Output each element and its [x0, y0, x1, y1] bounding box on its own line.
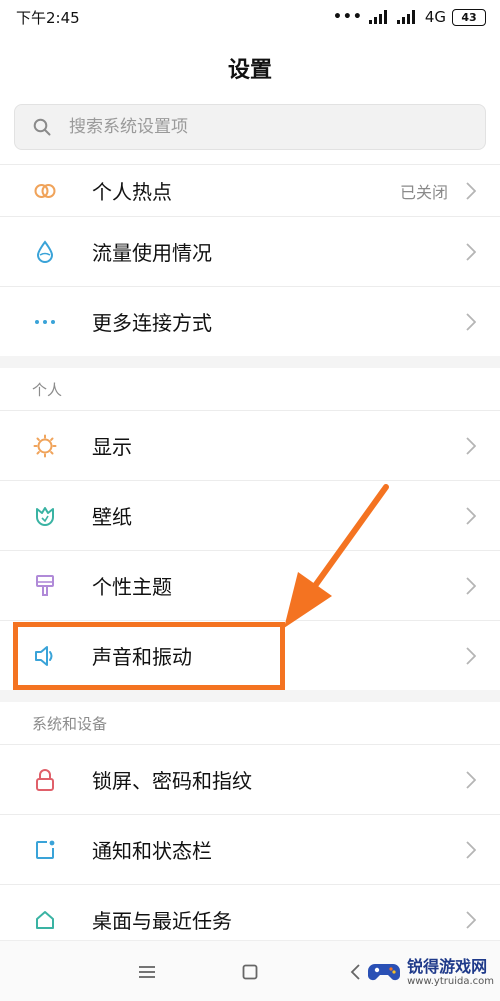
lock-icon [32, 767, 58, 793]
chevron-right-icon [464, 909, 478, 931]
status-bar: 下午2:45 ••• 4G 43 [0, 0, 500, 34]
section-divider [0, 356, 500, 368]
settings-item-themes[interactable]: 个性主题 [0, 550, 500, 620]
settings-item-label: 个人热点 [92, 180, 172, 204]
chevron-right-icon [464, 505, 478, 527]
home-icon [32, 907, 58, 933]
settings-item-label: 锁屏、密码和指纹 [92, 769, 252, 793]
settings-item-label: 更多连接方式 [92, 311, 212, 335]
chevron-right-icon [464, 575, 478, 597]
settings-item-display[interactable]: 显示 [0, 410, 500, 480]
settings-item-label: 显示 [92, 435, 132, 459]
section-header-personal: 个人 [32, 380, 63, 399]
signal-icon [368, 10, 387, 24]
status-indicators: ••• 4G 43 [333, 8, 486, 26]
brush-icon [32, 573, 58, 599]
watermark: 锐得游戏网 www.ytruida.com [367, 958, 494, 987]
settings-item-data-usage[interactable]: 流量使用情况 [0, 216, 500, 286]
watermark-name: 锐得游戏网 [407, 957, 488, 976]
settings-list: 个人热点 已关闭 流量使用情况 更多连接方式 个人 显示 壁纸 个性主题 声音和… [0, 164, 500, 954]
chevron-right-icon [464, 435, 478, 457]
menu-icon[interactable] [134, 959, 160, 985]
settings-item-notifications[interactable]: 通知和状态栏 [0, 814, 500, 884]
settings-item-value: 已关闭 [399, 182, 448, 202]
notification-dots: ••• [332, 9, 363, 25]
settings-item-label: 个性主题 [92, 575, 172, 599]
highlight-box [13, 622, 285, 690]
settings-item-lock-screen[interactable]: 锁屏、密码和指纹 [0, 744, 500, 814]
signal-icon [396, 10, 415, 24]
notification-icon [32, 837, 58, 863]
watermark-url: www.ytruida.com [407, 975, 494, 987]
search-box[interactable] [14, 104, 486, 150]
settings-item-label: 流量使用情况 [92, 241, 212, 265]
section-divider [0, 690, 500, 702]
hotspot-icon [32, 178, 58, 204]
chevron-right-icon [464, 180, 478, 202]
gamepad-logo-icon [368, 964, 401, 981]
network-type: 4G [424, 8, 446, 26]
chevron-right-icon [464, 839, 478, 861]
back-icon[interactable] [342, 959, 368, 985]
settings-item-hotspot[interactable]: 个人热点 已关闭 [0, 164, 500, 216]
page-title: 设置 [227, 58, 272, 83]
battery-icon: 43 [452, 8, 486, 26]
chevron-right-icon [464, 311, 478, 333]
section-header-system: 系统和设备 [32, 714, 108, 733]
settings-item-wallpaper[interactable]: 壁纸 [0, 480, 500, 550]
chevron-right-icon [464, 769, 478, 791]
tulip-icon [32, 503, 58, 529]
home-button-icon[interactable] [237, 959, 263, 985]
search-input[interactable] [67, 116, 451, 138]
settings-item-label: 通知和状态栏 [92, 839, 212, 863]
chevron-right-icon [464, 241, 478, 263]
chevron-right-icon [464, 645, 478, 667]
status-time: 下午2:45 [16, 8, 80, 27]
water-drop-icon [32, 239, 58, 265]
settings-item-more-connections[interactable]: 更多连接方式 [0, 286, 500, 356]
more-dots-icon [32, 309, 58, 335]
settings-item-label: 壁纸 [92, 505, 132, 529]
search-icon [33, 118, 51, 136]
brightness-icon [32, 433, 58, 459]
settings-item-label: 桌面与最近任务 [92, 909, 232, 933]
